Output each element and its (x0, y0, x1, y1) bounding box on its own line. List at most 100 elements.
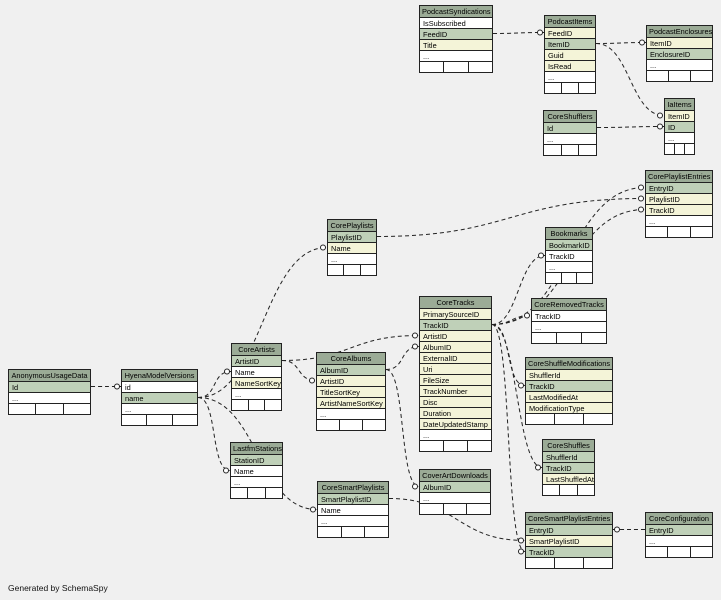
table-column: Name (318, 505, 388, 516)
table-column: LastModifiedAt (526, 392, 612, 403)
generator-caption: Generated by SchemaSpy (8, 583, 108, 593)
table-footer (9, 404, 90, 414)
footer-cell (675, 144, 685, 154)
table-column: ArtistID (232, 356, 281, 367)
cardinality-marker (524, 312, 530, 319)
relationship-line (281, 360, 317, 381)
footer-cell (578, 485, 594, 495)
table-core-tracks[interactable]: CoreTracks PrimarySourceID TrackID ArtistID… (419, 296, 492, 452)
table-column: Uri (420, 364, 491, 375)
table-anonymous-usage-data[interactable]: AnonymousUsageData Id... (8, 369, 91, 415)
table-column: ShufflerId (526, 370, 612, 381)
table-cover-art-downloads[interactable]: CoverArtDownloads AlbumID... (419, 469, 491, 515)
table-title: IaItems (665, 99, 694, 111)
schema-diagram: PodcastSyndications IsSubscribed FeedID Tit… (0, 0, 721, 600)
table-column: IsSubscribed (420, 18, 492, 29)
cardinality-marker (320, 244, 326, 251)
table-title: CoreTracks (420, 297, 491, 309)
footer-cell (365, 527, 388, 537)
table-core-shuffles[interactable]: CoreShuffles ShufflerId TrackID LastShuffle… (542, 439, 595, 496)
table-lastfm-stations[interactable]: LastfmStations StationID Name... (230, 442, 283, 499)
table-core-smart-playlist-entries[interactable]: CoreSmartPlaylistEntries EntryID SmartPlay… (525, 512, 613, 569)
table-core-shufflers[interactable]: CoreShufflers Id... (543, 110, 597, 156)
table-core-configuration[interactable]: CoreConfiguration EntryID... (645, 512, 713, 558)
cardinality-marker (223, 467, 229, 474)
table-title: CoreArtists (232, 344, 281, 356)
table-core-playlists[interactable]: CorePlaylists PlaylistID Name... (327, 219, 377, 276)
table-column: ... (546, 262, 592, 273)
table-footer (420, 62, 492, 72)
table-column: Title (420, 40, 492, 51)
table-core-albums[interactable]: CoreAlbums AlbumID ArtistID TitleSortKey Art… (316, 352, 386, 431)
table-column: ... (318, 516, 388, 527)
relationship-line (385, 369, 420, 487)
footer-cell (231, 488, 249, 498)
table-column: AlbumID (420, 342, 491, 353)
table-column: ArtistNameSortKey (317, 398, 385, 409)
footer-cell (584, 558, 612, 568)
footer-cell (669, 71, 691, 81)
table-podcast-items[interactable]: PodcastItems FeedID ItemID Guid IsRead... (544, 15, 596, 94)
table-hyena-model-versions[interactable]: HyenaModelVersions id name... (121, 369, 198, 426)
table-footer (328, 265, 376, 275)
table-podcast-enclosures[interactable]: PodcastEnclosures ItemID EnclosureID... (646, 25, 713, 82)
footer-cell (562, 273, 578, 283)
footer-cell (344, 265, 361, 275)
table-bookmarks[interactable]: Bookmarks BookmarkID TrackID... (545, 227, 593, 284)
table-title: PodcastSyndications (420, 6, 492, 18)
footer-cell (665, 144, 675, 154)
table-core-smart-playlists[interactable]: CoreSmartPlaylists SmartPlaylistID Name... (317, 481, 389, 538)
table-footer (420, 441, 491, 451)
footer-cell (363, 420, 385, 430)
table-column: AlbumID (317, 365, 385, 376)
table-column: ... (532, 322, 606, 333)
table-title: CorePlaylists (328, 220, 376, 232)
footer-cell (317, 420, 340, 430)
footer-cell (444, 441, 468, 451)
table-column: PlaylistID (328, 232, 376, 243)
footer-cell (122, 415, 148, 425)
table-column: StationID (231, 455, 282, 466)
table-column: IsRead (545, 61, 595, 72)
footer-cell (526, 558, 555, 568)
table-footer (543, 485, 594, 495)
table-core-playlist-entries[interactable]: CorePlaylistEntries EntryID PlaylistID Trac… (645, 170, 713, 238)
footer-cell (469, 62, 492, 72)
table-footer (526, 558, 612, 568)
table-column: EnclosureID (647, 49, 712, 60)
footer-cell (691, 227, 712, 237)
table-core-artists[interactable]: CoreArtists ArtistID Name NameSortKey... (231, 343, 282, 411)
footer-cell (582, 333, 606, 343)
footer-cell (668, 547, 691, 557)
cardinality-marker (309, 377, 315, 384)
cardinality-marker (639, 39, 645, 46)
table-column: ... (317, 409, 385, 420)
table-footer (318, 527, 388, 537)
table-core-removed-tracks[interactable]: CoreRemovedTracks TrackID... (531, 298, 607, 344)
table-column: ... (420, 430, 491, 441)
footer-cell (646, 227, 669, 237)
table-column: EntryID (526, 525, 612, 536)
footer-cell (340, 420, 363, 430)
table-column: ... (665, 133, 694, 144)
table-ia-items[interactable]: IaItems ItemID ID... (664, 98, 695, 155)
table-core-shuffle-modifications[interactable]: CoreShuffleModifications ShufflerId TrackI… (525, 357, 613, 425)
footer-cell (577, 273, 592, 283)
relationship-line (376, 198, 646, 237)
table-column: ItemID (545, 39, 595, 50)
table-column: EntryID (646, 525, 712, 536)
table-podcast-syndications[interactable]: PodcastSyndications IsSubscribed FeedID Tit… (419, 5, 493, 73)
table-column: TrackID (420, 320, 491, 331)
footer-cell (444, 62, 469, 72)
footer-cell (361, 265, 376, 275)
cardinality-marker (518, 548, 524, 555)
table-column: ... (420, 51, 492, 62)
table-column: TrackNumber (420, 386, 491, 397)
table-footer (546, 273, 592, 283)
footer-cell (64, 404, 90, 414)
footer-cell (248, 488, 266, 498)
table-column: ... (545, 72, 595, 83)
table-column: ... (544, 134, 596, 145)
relationship-line (491, 324, 526, 386)
table-column: Guid (545, 50, 595, 61)
